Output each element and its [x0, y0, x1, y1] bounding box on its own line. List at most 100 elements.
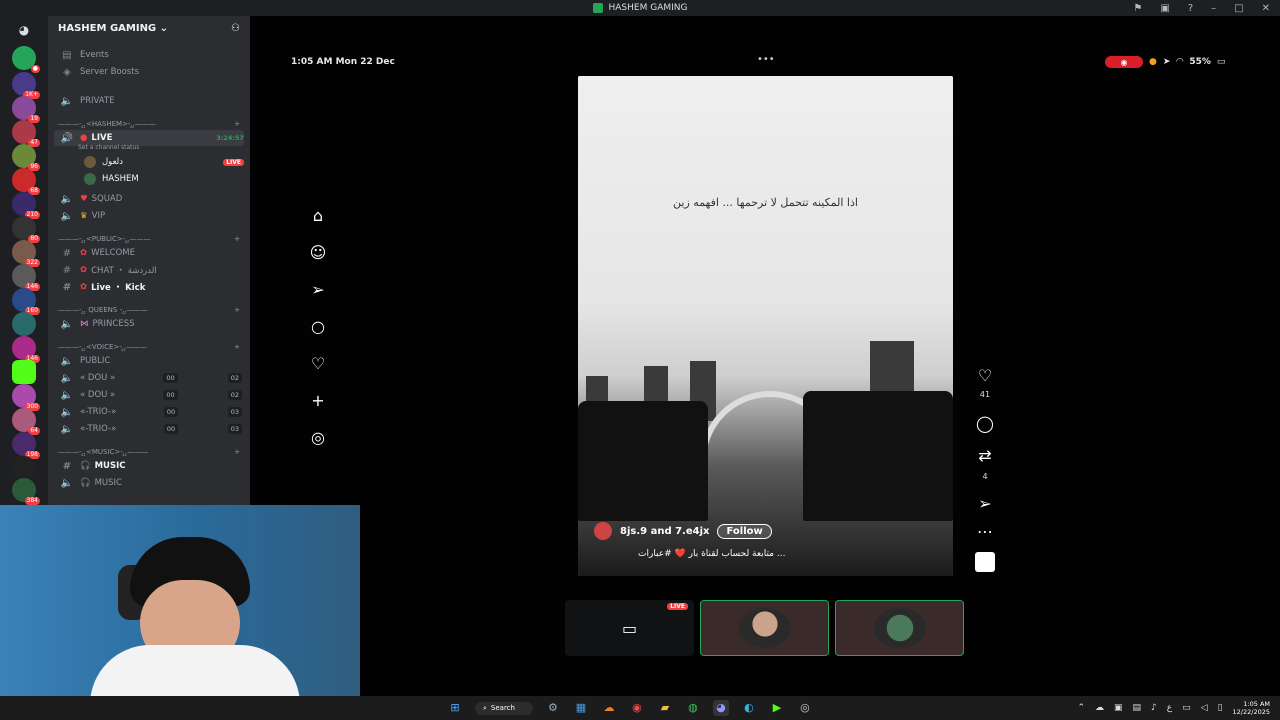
channel-trio[interactable]: 🔈 «-TRIO-» 00 03 — [54, 404, 244, 420]
repost-icon[interactable]: ⇄ — [972, 446, 998, 465]
server-icon[interactable] — [12, 312, 36, 336]
chrome-icon[interactable]: ◍ — [685, 700, 701, 716]
server-boosts-item[interactable]: ◈ Server Boosts — [54, 64, 244, 80]
taskbar-search[interactable]: ⌕ Search — [475, 701, 533, 715]
server-icon[interactable]: 96 — [12, 144, 40, 171]
kick-server-icon[interactable] — [12, 360, 36, 384]
discord-taskbar-icon[interactable]: ◕ — [712, 700, 729, 716]
server-icon[interactable]: 80 — [12, 216, 40, 243]
server-icon[interactable]: 19 — [12, 96, 40, 123]
cloud-icon[interactable]: ☁ — [601, 700, 617, 716]
discord-home-icon[interactable]: ◕ — [12, 18, 36, 42]
windows-start-icon[interactable]: ⊞ — [447, 700, 463, 716]
channel-welcome[interactable]: # ✿ WELCOME — [54, 245, 244, 261]
friends-icon[interactable]: ☺ — [308, 243, 328, 263]
channel-dou[interactable]: 🔈 « DOU » 00 02 — [54, 370, 244, 386]
server-icon[interactable]: 47 — [12, 120, 40, 147]
help-icon[interactable]: ? — [1188, 3, 1193, 14]
channel-status[interactable]: Set a channel status — [78, 144, 139, 151]
server-icon[interactable]: 384 — [12, 478, 40, 505]
server-icon[interactable]: ● — [12, 46, 40, 73]
server-icon[interactable]: 300 — [12, 384, 40, 411]
server-icon[interactable]: 198 — [12, 432, 40, 459]
voice-user[interactable]: HASHEM — [78, 171, 244, 187]
heart-icon[interactable]: ♡ — [308, 354, 328, 374]
app-icon[interactable]: ◎ — [797, 700, 813, 716]
server-icon[interactable]: 160 — [12, 288, 40, 315]
channel-private[interactable]: 🔈 PRIVATE — [54, 93, 244, 109]
plus-icon[interactable]: + — [308, 391, 328, 411]
camera-tile[interactable] — [700, 600, 829, 656]
screen-share-tile[interactable]: ▭ LIVE — [565, 600, 694, 656]
cloud-tray-icon[interactable]: ☁ — [1095, 703, 1104, 713]
server-icon[interactable]: 322 — [12, 240, 40, 267]
video-post[interactable]: اذا المكينه تتحمل لا ترحمها ... افهمه زي… — [578, 76, 953, 576]
send-icon[interactable]: ➢ — [308, 280, 328, 300]
author-names[interactable]: 8js.9 and 7.e4jx — [620, 526, 709, 537]
channel-live-kick[interactable]: # ✿ Live ・ Kick — [54, 279, 244, 295]
battery-tray-icon[interactable]: ▯ — [1218, 703, 1223, 713]
maximize-button[interactable]: □ — [1234, 3, 1243, 14]
server-icon[interactable]: 146 — [12, 264, 40, 291]
server-header[interactable]: HASHEM GAMING ⌄ ⚇ — [48, 16, 250, 40]
camera-tile[interactable] — [835, 600, 964, 656]
server-icon[interactable]: 68 — [12, 168, 40, 195]
volume-icon[interactable]: ◁ — [1201, 703, 1208, 713]
more-icon[interactable]: ⋯ — [972, 522, 998, 541]
follow-button[interactable]: Follow — [717, 523, 772, 539]
server-icon[interactable] — [12, 456, 36, 480]
like-icon[interactable]: ♡ — [972, 366, 998, 385]
comment-icon[interactable]: ◯ — [972, 414, 998, 433]
server-icon[interactable]: 210 — [12, 192, 40, 219]
category-public[interactable]: ———-.̥.̥<PUBLIC>-.̥.̥——— + — [58, 233, 240, 245]
language-icon[interactable]: ع — [1167, 703, 1172, 713]
home-icon[interactable]: ⌂ — [308, 206, 328, 226]
add-channel-icon[interactable]: + — [234, 306, 240, 314]
search-icon[interactable]: ○ — [308, 317, 328, 337]
server-icon[interactable]: 146 — [12, 336, 40, 363]
channel-chat[interactable]: # ✿ CHAT ・ الدردشة — [54, 262, 244, 278]
channel-music-voice[interactable]: 🔈 🎧 MUSIC — [54, 475, 244, 491]
file-explorer-icon[interactable]: ▰ — [657, 700, 673, 716]
voice-user[interactable]: دلعول LIVE — [78, 154, 244, 170]
events-item[interactable]: ▤ Events — [54, 47, 244, 63]
profile-icon[interactable]: ◎ — [308, 428, 328, 448]
minimize-button[interactable]: – — [1211, 3, 1216, 14]
photos-icon[interactable]: ▦ — [573, 700, 589, 716]
taskbar-clock[interactable]: 1:05 AM 12/22/2025 — [1233, 700, 1270, 716]
chevron-up-icon[interactable]: ⌃ — [1077, 703, 1085, 713]
stream-view[interactable]: 1:05 AM Mon 22 Dec ••• ◉ ● ➤ ◠ 55% ▭ ⌂ ☺… — [250, 16, 1280, 696]
category-hashem[interactable]: ———-.̥.̥<HASHEM>-.̥.̥——— + — [58, 118, 240, 130]
channel-voice-public[interactable]: 🔈 PUBLIC — [54, 353, 244, 369]
channel-music-text[interactable]: # 🎧 MUSIC — [54, 458, 244, 474]
screen-share-icon[interactable]: ▣ — [1160, 3, 1169, 14]
channel-princess[interactable]: 🔈 ⋈ PRINCESS — [54, 316, 244, 332]
edge-icon[interactable]: ◐ — [741, 700, 757, 716]
category-voice[interactable]: ———-.̥.̥<VOICE>-.̥.̥——— + — [58, 341, 240, 353]
add-channel-icon[interactable]: + — [234, 448, 240, 456]
category-queens[interactable]: ———-.̥.̥ QUEENS -.̥.̥——— + — [58, 304, 240, 316]
app-icon[interactable]: ◉ — [629, 700, 645, 716]
channel-dou[interactable]: 🔈 « DOU » 00 02 — [54, 387, 244, 403]
app-tray-icon[interactable]: ▣ — [1114, 703, 1123, 713]
server-icon[interactable]: 64 — [12, 408, 40, 435]
category-music[interactable]: ———-.̥.̥<MUSIC>-.̥.̥——— + — [58, 446, 240, 458]
server-icon[interactable]: 1K+ — [12, 72, 40, 99]
obs-icon[interactable]: ▶ — [769, 700, 785, 716]
network-icon[interactable]: ▭ — [1182, 703, 1191, 713]
mic-icon[interactable]: ♪ — [1151, 703, 1157, 713]
channel-trio[interactable]: 🔈 «-TRIO-» 00 03 — [54, 421, 244, 437]
app-tray-icon[interactable]: ▤ — [1133, 703, 1142, 713]
avatar[interactable] — [594, 522, 612, 540]
add-channel-icon[interactable]: + — [234, 343, 240, 351]
inbox-icon[interactable]: ⚑ — [1133, 3, 1142, 14]
music-disc-icon[interactable] — [975, 552, 995, 572]
settings-icon[interactable]: ⚙ — [545, 700, 561, 716]
channel-vip[interactable]: 🔈 ♛ VIP — [54, 208, 244, 224]
add-member-icon[interactable]: ⚇ — [231, 23, 240, 34]
close-button[interactable]: ✕ — [1262, 3, 1270, 14]
add-channel-icon[interactable]: + — [234, 120, 240, 128]
add-channel-icon[interactable]: + — [234, 235, 240, 243]
share-icon[interactable]: ➢ — [972, 494, 998, 513]
channel-squad[interactable]: 🔈 ♥ SQUAD — [54, 191, 244, 207]
